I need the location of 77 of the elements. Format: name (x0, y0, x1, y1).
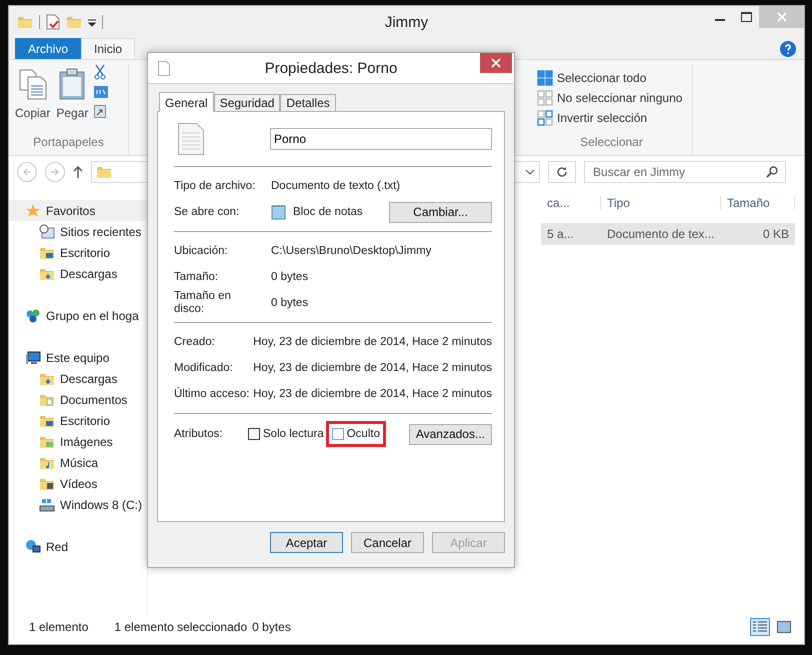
nav-label: Música (60, 456, 98, 470)
ribbon-tab[interactable]: Inicio (81, 38, 136, 59)
nav-label: Documentos (60, 392, 128, 406)
nav-item[interactable]: Escritorio (9, 410, 147, 431)
nav-label: Imágenes (60, 434, 113, 448)
file-row[interactable]: 5 a... Documento de tex... 0 KB (541, 223, 795, 245)
table-cell-text: Documento de tex... (606, 227, 716, 241)
ribbon-tab[interactable]: Archivo (15, 38, 82, 59)
nav-item[interactable]: Windows 8 (C:) (9, 494, 147, 515)
nav-item[interactable]: Este equipo (9, 347, 147, 368)
nav-label: Favoritos (46, 204, 96, 218)
property-label: Tamaño en disco: (174, 290, 232, 316)
property-label: Atributos: (174, 428, 224, 440)
search-field[interactable]: Buscar en Jimmy (584, 161, 786, 183)
nav-label: Descargas (60, 372, 118, 386)
column-header[interactable]: ca... (541, 196, 601, 210)
nav-label: Grupo en el hoga (46, 308, 139, 322)
property-label: Creado: (174, 336, 216, 348)
property-value: Hoy, 23 de diciembre de 2014, Hace 2 minutos (253, 388, 492, 400)
property-value: Hoy, 23 de diciembre de 2014, Hace 2 minutos (253, 362, 492, 374)
dialog-tab[interactable]: Detalles (280, 94, 336, 111)
nav-label: Vídeos (60, 476, 98, 490)
nav-item[interactable]: Escritorio (9, 242, 147, 263)
property-value: Documento de texto (.txt) (271, 180, 400, 192)
property-value: C:\Users\Bruno\Desktop\Jimmy (271, 245, 432, 257)
nav-item[interactable]: Descargas (9, 368, 147, 389)
nav-item[interactable]: Vídeos (9, 473, 147, 494)
dialog-button[interactable]: Aceptar (270, 532, 343, 553)
property-label: Ubicación: (174, 244, 229, 258)
property-label: Se abre con: (174, 206, 240, 218)
column-header[interactable]: Tamaño (721, 196, 795, 210)
dialog-button[interactable]: Cancelar (351, 532, 424, 553)
dialog-tab[interactable]: Seguridad (214, 94, 280, 111)
nav-item[interactable]: Sitios recientes (9, 221, 147, 242)
advanced-button[interactable]: Avanzados... (408, 424, 492, 444)
property-label: Tipo de archivo: (174, 180, 256, 192)
ribbon-button[interactable]: Copiar (15, 64, 50, 135)
nav-label: Escritorio (60, 414, 110, 428)
ribbon-button[interactable]: Pegar (56, 64, 88, 135)
ribbon-button[interactable]: No seleccionar ninguno (537, 90, 686, 106)
nav-item[interactable]: Imágenes (9, 431, 147, 452)
nav-label: Escritorio (60, 246, 110, 260)
property-label: Último acceso: (174, 388, 250, 400)
nav-item[interactable]: Documentos (9, 389, 147, 410)
selection-size: 0 bytes (252, 620, 291, 634)
property-value: 0 bytes (271, 297, 308, 309)
dialog-tab[interactable]: General (159, 92, 214, 112)
group-label: Seleccionar (579, 135, 644, 151)
ribbon-button[interactable]: Seleccionar todo (537, 70, 686, 86)
table-cell-text: 5 a... (546, 227, 575, 241)
file-name-field[interactable]: Porno (270, 128, 492, 150)
checkbox-label: Oculto (346, 428, 380, 440)
nav-label: Este equipo (46, 350, 110, 364)
property-value: Hoy, 23 de diciembre de 2014, Hace 2 minutos (253, 336, 492, 348)
nav-label: Red (46, 540, 68, 554)
column-header[interactable]: Tipo (601, 196, 721, 210)
group-label: Portapapeles (32, 135, 105, 151)
table-cell-text: 0 KB (762, 227, 790, 241)
item-count: 1 elemento (29, 620, 88, 634)
nav-item[interactable]: Grupo en el hoga (9, 305, 147, 326)
property-value: 0 bytes (271, 271, 308, 283)
nav-item[interactable]: Red (9, 536, 147, 557)
nav-label: Sitios recientes (60, 224, 142, 238)
nav-label: Descargas (60, 266, 118, 280)
dialog-title: Propiedades: Porno (264, 60, 398, 76)
property-label: Modificado: (174, 362, 234, 374)
property-value: Bloc de notas (293, 206, 363, 218)
nav-item[interactable]: Descargas (9, 263, 147, 284)
nav-label: Windows 8 (C:) (60, 498, 142, 512)
window-title: Jimmy (384, 14, 428, 31)
checkbox-label: Solo lectura (263, 428, 324, 440)
ribbon-button[interactable]: Invertir selección (537, 110, 686, 126)
nav-item[interactable]: Favoritos (9, 200, 147, 221)
property-label: Tamaño: (174, 270, 220, 284)
change-button[interactable]: Cambiar... (389, 202, 492, 222)
selection-count: 1 elemento seleccionado (114, 620, 248, 634)
nav-item[interactable]: Música (9, 452, 147, 473)
